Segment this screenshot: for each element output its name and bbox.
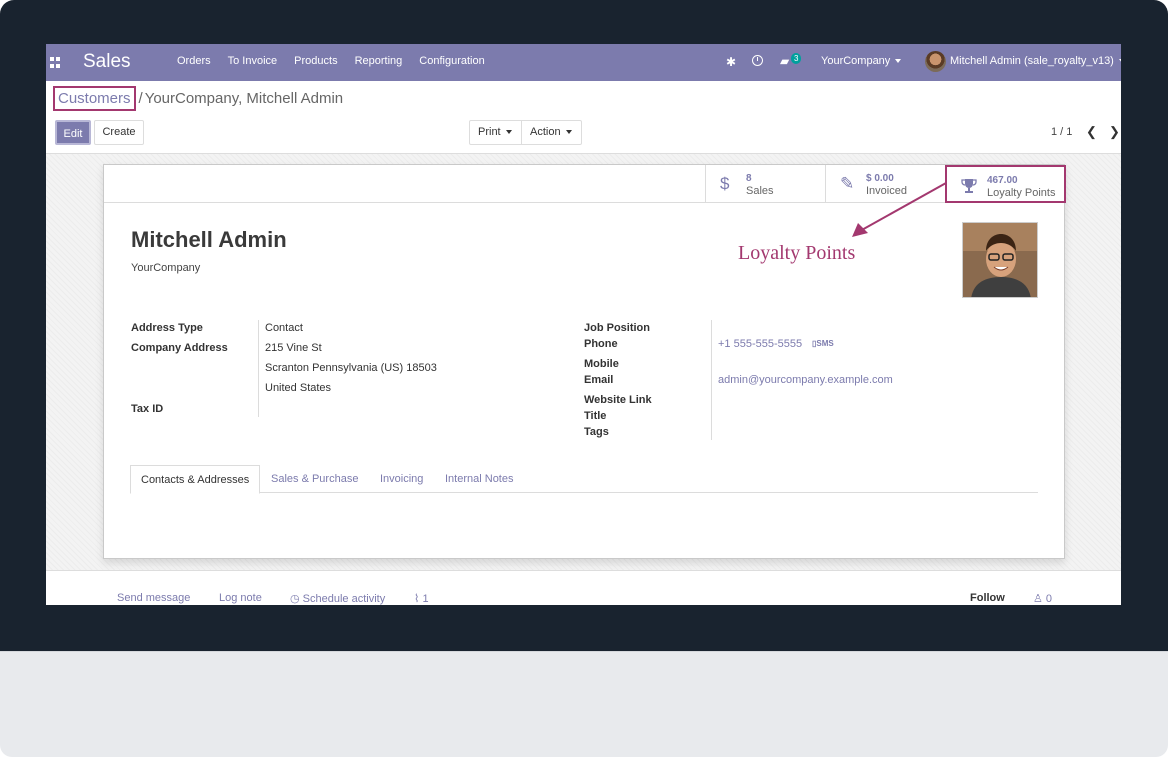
messages-chat-icon[interactable]: ▰ [780,54,789,68]
sms-button[interactable]: ▯SMS [812,339,834,348]
apps-menu-icon[interactable] [50,57,61,68]
schedule-activity-button[interactable]: ◷ Schedule activity [290,592,385,605]
notebook-tabs: Contacts & Addresses Sales & Purchase In… [130,465,1038,494]
annotation-label: Loyalty Points [738,242,856,264]
loyalty-points-value: 467.00 [987,175,1018,186]
attachments-count: 1 [422,593,429,605]
city-state-zip-value: Scranton Pennsylvania (US) 18503 [265,362,437,374]
monitor-stand [0,651,1168,757]
create-button[interactable]: Create [94,120,144,145]
tab-sales-purchase[interactable]: Sales & Purchase [271,465,358,493]
user-icon: ♙ [1033,593,1046,605]
menu-configuration[interactable]: Configuration [419,55,484,67]
partner-company[interactable]: YourCompany [131,262,200,274]
sales-label: Sales [746,185,774,197]
loyalty-points-label: Loyalty Points [987,187,1056,199]
mobile-label: Mobile [584,358,619,370]
tab-contacts-addresses[interactable]: Contacts & Addresses [130,465,261,494]
form-sheet: $ 8 Sales ✎ $ 0.00 Invoiced 467.00 Loyal… [103,164,1066,559]
phone-label: Phone [584,338,618,350]
field-separator [258,320,259,417]
menu-products[interactable]: Products [294,55,337,67]
messages-badge: 3 [791,53,802,64]
breadcrumb-separator: / [138,90,143,107]
menu-orders[interactable]: Orders [177,55,211,67]
website-link-label: Website Link [584,394,652,406]
schedule-activity-label: Schedule activity [302,593,386,605]
breadcrumb-current: YourCompany, Mitchell Admin [144,90,344,107]
chatter-divider [46,570,1121,571]
clock-icon: ◷ [290,593,303,605]
followers-button[interactable]: ♙ 0 [1033,592,1052,605]
edit-button[interactable]: Edit [55,120,91,145]
pager-next-icon[interactable]: ❯ [1109,124,1120,140]
activity-clock-icon[interactable] [752,55,763,66]
pager-previous-icon[interactable]: ❮ [1086,124,1097,140]
tax-id-label: Tax ID [131,403,164,415]
action-dropdown[interactable]: Action [521,120,582,145]
screen: Sales Orders To Invoice Products Reporti… [46,44,1121,605]
chevron-down-icon [565,130,572,135]
company-switcher[interactable]: YourCompany [821,55,902,67]
user-menu[interactable]: Mitchell Admin (sale_royalty_v13) [950,55,1121,67]
sms-label: SMS [816,339,834,348]
user-name: Mitchell Admin (sale_royalty_v13) [950,55,1114,67]
sales-smart-button[interactable]: $ 8 Sales [705,165,826,203]
action-label: Action [530,126,561,138]
user-avatar[interactable] [925,51,946,72]
breadcrumb: Customers / YourCompany, Mitchell Admin [53,86,344,115]
annotation-arrow [852,182,947,237]
tab-invoicing[interactable]: Invoicing [380,465,423,493]
pager-value[interactable]: 1 / 1 [1051,126,1072,138]
menu-to-invoice[interactable]: To Invoice [228,55,278,67]
email-link[interactable]: admin@yourcompany.example.com [718,374,893,386]
app-name[interactable]: Sales [83,51,131,73]
tab-internal-notes[interactable]: Internal Notes [445,465,513,493]
print-label: Print [478,126,501,138]
field-separator [711,320,712,440]
address-type-label: Address Type [131,322,203,334]
chevron-down-icon [895,59,902,64]
trophy-icon [961,179,977,193]
dollar-icon: $ [720,174,730,193]
partner-photo[interactable] [962,222,1038,298]
print-dropdown[interactable]: Print [469,120,522,145]
chevron-down-icon [1118,59,1121,64]
partner-name: Mitchell Admin [131,227,287,252]
email-label: Email [584,374,614,386]
sales-count: 8 [746,173,752,184]
log-note-button[interactable]: Log note [219,592,262,604]
tags-label: Tags [584,426,609,438]
country-value: United States [265,382,332,394]
company-name: YourCompany [821,55,891,67]
send-message-button[interactable]: Send message [117,592,190,604]
street-value: 215 Vine St [265,342,322,354]
title-label: Title [584,410,607,422]
loyalty-points-smart-button[interactable]: 467.00 Loyalty Points [945,165,1066,203]
followers-count: 0 [1045,593,1053,605]
address-type-value: Contact [265,322,303,334]
company-address-label: Company Address [131,342,228,354]
job-position-label: Job Position [584,322,650,334]
follow-button[interactable]: Follow [970,592,1005,604]
menu-reporting[interactable]: Reporting [355,55,403,67]
attachments-button[interactable]: ⌇ 1 [414,592,429,605]
phone-link[interactable]: +1 555-555-5555 [718,338,802,350]
chevron-down-icon [505,130,512,135]
debug-bug-icon[interactable]: ✱ [726,55,736,69]
breadcrumb-customers-link[interactable]: Customers [53,86,136,111]
main-menu: Orders To Invoice Products Reporting Con… [177,55,502,67]
top-navbar: Sales Orders To Invoice Products Reporti… [46,44,1121,81]
